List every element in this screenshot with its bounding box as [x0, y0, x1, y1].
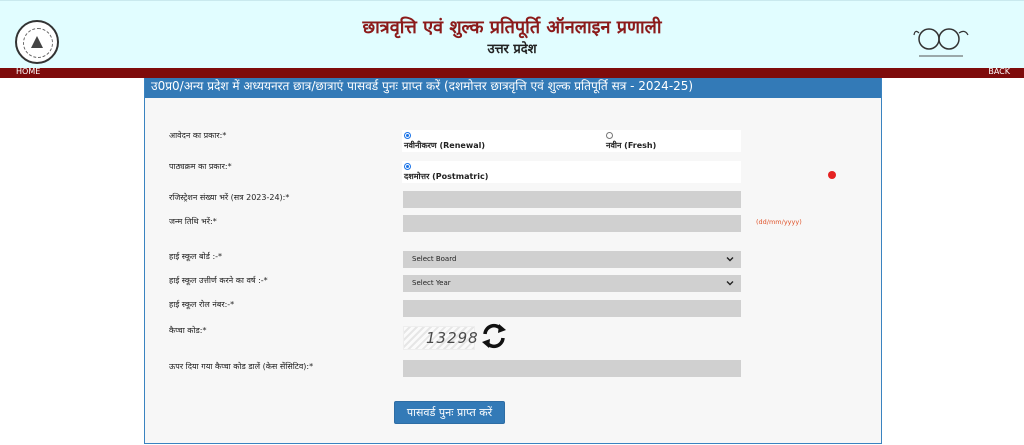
application-type-label: आवेदन का प्रकार:* [169, 131, 227, 140]
roll-number-label: हाई स्कूल रोल नंबर:-* [169, 300, 235, 309]
renewal-radio[interactable] [404, 132, 411, 139]
fresh-label: नवीन (Fresh) [606, 141, 657, 150]
site-header: छात्रवृत्ति एवं शुल्क प्रतिपूर्ति ऑनलाइन… [0, 0, 1024, 69]
fresh-radio[interactable] [606, 132, 613, 139]
registration-label: रजिस्ट्रेशन संख्या भरें (सत्र 2023-24):* [169, 193, 290, 202]
top-navbar: HOME BACK [0, 67, 1024, 78]
pass-year-label: हाई स्कूल उत्तीर्ण करने का वर्ष :-* [169, 276, 268, 285]
pass-year-select[interactable]: Select Year [403, 275, 741, 292]
application-type-group: नवीनीकरण (Renewal) नवीन (Fresh) [402, 130, 741, 152]
board-select[interactable]: Select Board [403, 251, 741, 268]
password-recovery-panel: उ0प्र0/अन्य प्रदेश में अध्ययनरत छात्र/छा… [144, 78, 882, 444]
refresh-captcha-icon[interactable] [479, 321, 509, 351]
swachh-bharat-logo-icon [913, 28, 969, 57]
chevron-down-icon [726, 257, 734, 262]
renewal-label: नवीनीकरण (Renewal) [404, 141, 486, 150]
course-type-label: पाठ्यक्रम का प्रकार:* [169, 162, 232, 171]
panel-heading: उ0प्र0/अन्य प्रदेश में अध्ययनरत छात्र/छा… [145, 78, 881, 98]
course-type-group: दशमोत्तर (Postmatric) [402, 161, 741, 183]
roll-number-input[interactable] [403, 300, 741, 317]
captcha-label: कैप्चा कोड:* [169, 326, 207, 335]
captcha-input-label: ऊपर दिया गया कैप्चा कोड डालें (केस सेंसि… [169, 362, 314, 371]
status-dot [828, 171, 836, 179]
registration-input[interactable] [403, 191, 741, 208]
dob-label: जन्म तिथि भरें:* [169, 217, 217, 226]
chevron-down-icon [726, 281, 734, 286]
dob-format-hint: (dd/mm/yyyy) [756, 218, 802, 226]
postmatric-radio[interactable] [404, 163, 411, 170]
page-title: छात्रवृत्ति एवं शुल्क प्रतिपूर्ति ऑनलाइन… [362, 17, 662, 38]
board-select-value: Select Board [412, 255, 457, 263]
dob-input[interactable] [403, 215, 741, 232]
page-subtitle: उत्तर प्रदेश [487, 42, 537, 57]
pass-year-select-value: Select Year [412, 279, 451, 287]
captcha-image: 13298 [403, 326, 478, 350]
postmatric-label: दशमोत्तर (Postmatric) [404, 172, 489, 181]
captcha-code: 13298 [426, 329, 479, 347]
captcha-input[interactable] [403, 360, 741, 377]
recover-password-button[interactable]: पासवर्ड पुनः प्राप्त करें [394, 401, 505, 424]
back-link[interactable]: BACK [988, 67, 1010, 76]
home-link[interactable]: HOME [16, 67, 40, 76]
board-label: हाई स्कूल बोर्ड :-* [169, 252, 223, 261]
